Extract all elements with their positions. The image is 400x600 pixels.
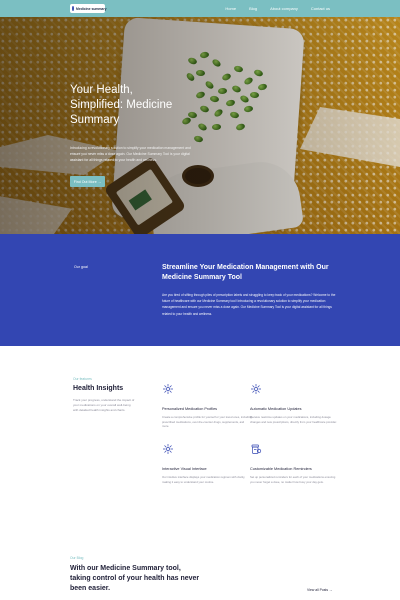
- feature-description: Receive real-time updates on your medica…: [250, 415, 337, 424]
- blog-title: With our Medicine Summary tool, taking c…: [70, 565, 200, 592]
- goal-tag: Our goal: [74, 265, 88, 269]
- goal-title: Streamline Your Medication Management wi…: [162, 264, 329, 281]
- main-nav: Home Blog About company Contact us: [225, 0, 330, 17]
- blog-tag: Our Blog: [70, 556, 84, 560]
- features-tag: Our features: [73, 377, 92, 381]
- sparkle-icon: [251, 384, 261, 394]
- nav-about[interactable]: About company: [270, 6, 298, 11]
- goal-description: Are you tired of sifting through piles o…: [162, 293, 336, 316]
- feature-title: Interactive Visual Interface: [162, 467, 207, 471]
- feature-card: Interactive Visual Interface Our intuiti…: [162, 443, 252, 484]
- logo-text: Medicine summary: [76, 6, 107, 11]
- nav-blog[interactable]: Blog: [249, 6, 257, 11]
- feature-card: Personalized Medication Profiles Create …: [162, 383, 252, 429]
- view-all-posts-link[interactable]: View all Posts →: [307, 588, 332, 592]
- feature-title: Customizable Medication Reminders: [250, 467, 312, 471]
- hero-title: Your Health, Simplified: Medicine Summar…: [70, 84, 173, 126]
- site-header: Medicine summary Home Blog About company…: [0, 0, 400, 17]
- goal-section: Our goal Streamline Your Medication Mana…: [0, 234, 400, 346]
- nav-contact[interactable]: Contact us: [311, 6, 330, 11]
- pill-bottle-icon: [251, 444, 262, 454]
- sparkle-icon: [163, 444, 173, 454]
- logo[interactable]: Medicine summary: [70, 4, 107, 13]
- feature-description: Our intuitive interface displays your me…: [162, 475, 246, 484]
- features-title: Health Insights: [73, 385, 124, 392]
- find-out-more-button[interactable]: Find Out More →: [70, 176, 105, 187]
- feature-card: Automatic Medication Updates Receive rea…: [250, 383, 340, 424]
- hero-section: Your Health, Simplified: Medicine Summar…: [0, 17, 400, 234]
- logo-icon: [72, 6, 74, 11]
- features-description: Track your progress, understand the impa…: [73, 398, 135, 412]
- feature-description: Create a comprehensive profile for yours…: [162, 415, 252, 429]
- feature-description: Set up personalized reminders for each o…: [250, 475, 336, 484]
- hero-description: Introducing a revolutionary solution to …: [70, 146, 191, 162]
- feature-card: Customizable Medication Reminders Set up…: [250, 443, 340, 484]
- feature-title: Personalized Medication Profiles: [162, 407, 218, 411]
- feature-title: Automatic Medication Updates: [250, 407, 302, 411]
- nav-home[interactable]: Home: [225, 6, 236, 11]
- sparkle-icon: [163, 384, 173, 394]
